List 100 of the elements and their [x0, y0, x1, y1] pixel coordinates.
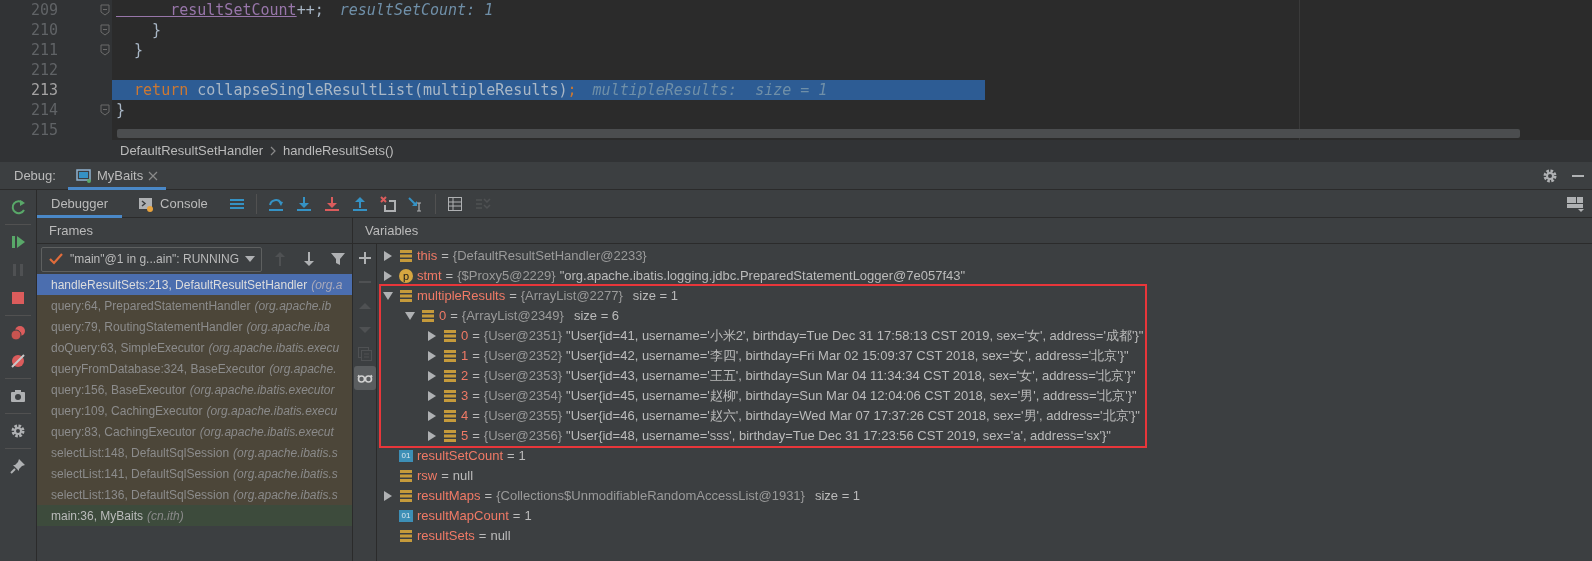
expand-arrow-icon[interactable]	[427, 331, 437, 341]
expand-arrow-icon[interactable]	[427, 371, 437, 381]
plus-icon	[356, 250, 373, 266]
variable-value: 1	[524, 507, 532, 526]
collapse-arrow-icon[interactable]	[383, 291, 393, 301]
panel-tab[interactable]: Console	[124, 189, 222, 218]
expand-arrow-icon[interactable]	[427, 431, 437, 441]
variable-name: this	[417, 247, 438, 266]
frame-package: (org.apache.	[269, 360, 337, 378]
stack-frame-row[interactable]: handleResultSets:213, DefaultResultSetHandler (org.a	[37, 274, 352, 295]
equals-sign: =	[472, 367, 480, 386]
object-reference: {ArrayList@2349}	[461, 307, 564, 326]
stack-frame-row[interactable]: selectList:148, DefaultSqlSession (org.apache.ibatis.s	[37, 442, 352, 463]
frame-method: selectList:136, DefaultSqlSession	[51, 486, 230, 504]
stacked-bars-icon	[443, 349, 457, 363]
filter-icon	[329, 251, 346, 267]
stack-frame-row[interactable]: queryFromDatabase:324, BaseExecutor (org.apache.	[37, 358, 352, 379]
equals-sign: =	[509, 287, 517, 306]
variable-name: 0	[461, 327, 469, 346]
breadcrumb[interactable]: handleResultSets()	[283, 141, 394, 161]
code-text: ;	[567, 79, 577, 101]
stack-frame-row[interactable]: query:64, PreparedStatementHandler (org.apache.ib	[37, 295, 352, 316]
frame-method: query:109, CachingExecutor	[51, 402, 203, 420]
code-text: ++;	[296, 0, 324, 21]
frame-package: (org.apache.ibatis.s	[233, 486, 338, 504]
pin-icon	[10, 458, 26, 474]
variable-name: 0	[439, 307, 447, 326]
collection-size: size = 1	[632, 287, 678, 306]
variable-name: 5	[461, 427, 469, 446]
stacked-bars-icon	[443, 389, 457, 403]
variable-name: stmt	[417, 267, 442, 286]
primitive-icon: 01	[399, 450, 413, 462]
stack-frame-row[interactable]: query:156, BaseExecutor (org.apache.ibatis.executor	[37, 379, 352, 400]
equals-sign: =	[484, 487, 493, 506]
pane-title: Variables	[365, 221, 419, 240]
code-text: }	[151, 19, 162, 41]
line-number: 213	[29, 79, 58, 101]
frame-method: query:83, CachingExecutor	[51, 423, 196, 441]
breadcrumb[interactable]: DefaultResultSetHandler	[120, 141, 264, 161]
stack-frame-row[interactable]: selectList:136, DefaultSqlSession (org.apache.ibatis.s	[37, 484, 352, 505]
variable-name: resultSets	[417, 527, 475, 546]
object-reference: {User@2353}	[483, 367, 563, 386]
frame-method: main:36, MyBaits	[51, 507, 144, 525]
caret-icon	[245, 256, 255, 262]
equals-sign: =	[450, 307, 458, 326]
close-icon	[148, 170, 159, 181]
variable-value: "User{id=46, username='赵六', birthday=Wed Mar 07 17:37:26 CST 2018, sex='男', address='北京'}"	[566, 407, 1140, 426]
thread-dropdown[interactable]: "main"@1 in g...ain": RUNNING	[41, 246, 262, 272]
expand-arrow-icon[interactable]	[427, 391, 437, 401]
variable-name: 4	[461, 407, 469, 426]
collection-size: size = 6	[573, 307, 620, 326]
frame-package: (org.apache.ibatis.s	[233, 444, 338, 462]
stack-frame-row[interactable]: query:109, CachingExecutor (org.apache.ibatis.execu	[37, 400, 352, 421]
stack-frame-row[interactable]: selectList:141, DefaultSqlSession (org.apache.ibatis.s	[37, 463, 352, 484]
frame-package: (org.apache.ib	[254, 297, 332, 315]
variable-value: "User{id=42, username='李四', birthday=Fri Mar 02 15:09:37 CST 2018, sex='女', address='北京'}"	[566, 347, 1129, 366]
panel-title: Debug:	[14, 166, 56, 185]
object-reference: {ArrayList@2277}	[520, 287, 623, 306]
inline-value-hint: resultSetCount: 1	[339, 0, 494, 21]
variable-name: 1	[461, 347, 469, 366]
stacked-bars-icon	[399, 529, 413, 543]
frame-method: query:64, PreparedStatementHandler	[51, 297, 251, 315]
equals-sign: =	[478, 527, 487, 546]
frame-package: (org.apache.ibatis.execu	[208, 339, 340, 357]
stacked-bars-icon	[443, 369, 457, 383]
table-icon	[446, 195, 463, 212]
stack-frame-row[interactable]: doQuery:63, SimpleExecutor (org.apache.ibatis.execu	[37, 337, 352, 358]
variable-value: "org.apache.ibatis.logging.jdbc.PreparedStatementLogger@7e057f43"	[559, 267, 966, 286]
frame-package: (org.apache.ibatis.execu	[206, 402, 338, 420]
variable-name: multipleResults	[417, 287, 506, 306]
expand-arrow-icon[interactable]	[383, 251, 393, 261]
expand-arrow-icon[interactable]	[383, 271, 393, 281]
expand-arrow-icon[interactable]	[427, 411, 437, 421]
equals-sign: =	[441, 467, 449, 486]
equals-sign: =	[441, 247, 449, 266]
variable-value: null	[490, 527, 511, 546]
stack-frame-row[interactable]: query:83, CachingExecutor (org.apache.ibatis.execut	[37, 421, 352, 442]
inline-value-hint: multipleResults: size = 1	[592, 79, 828, 101]
camera-icon	[10, 388, 26, 404]
code-text: collapseSingleResultList(multipleResults)	[196, 79, 568, 101]
object-reference: {DefaultResultSetHandler@2233}	[452, 247, 647, 266]
stack-frame-row[interactable]: query:79, RoutingStatementHandler (org.apache.iba	[37, 316, 352, 337]
collapse-arrow-icon[interactable]	[405, 311, 415, 321]
frame-method: doQuery:63, SimpleExecutor	[51, 339, 205, 357]
expand-arrow-icon[interactable]	[383, 491, 393, 501]
code-text: resultSetCount	[169, 0, 297, 21]
scrollbar-thumb[interactable]	[117, 129, 1520, 138]
expand-arrow-icon[interactable]	[427, 351, 437, 361]
restart-arrow-icon	[10, 199, 26, 215]
arrow-up-icon	[351, 195, 368, 212]
equals-sign: =	[472, 387, 480, 406]
cursor-arrow-icon	[407, 195, 424, 212]
stacked-bars-icon	[421, 309, 435, 323]
frame-method: selectList:148, DefaultSqlSession	[51, 444, 230, 462]
variable-value: 1	[518, 447, 526, 466]
stack-frame-row[interactable]: main:36, MyBaits (cn.ith)	[37, 505, 352, 526]
breakpoints-icon	[10, 325, 26, 341]
minimize-icon	[1572, 174, 1584, 177]
stacked-bars-icon	[399, 289, 413, 303]
glasses-button[interactable]	[353, 366, 376, 390]
